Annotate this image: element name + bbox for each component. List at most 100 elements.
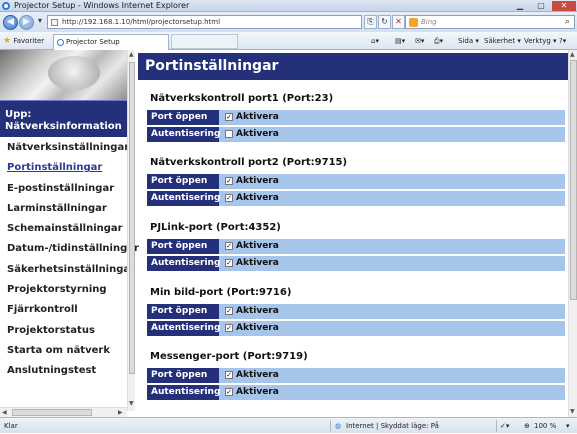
menu-verktyg[interactable]: Verktyg ▾ [524, 32, 557, 50]
checkbox-label[interactable]: Aktivera [236, 127, 279, 142]
sidebar-item[interactable]: Projektorstyrning [7, 284, 129, 304]
setting-row: Autentisering Aktivera [147, 127, 565, 142]
zoom-level[interactable]: 100 % [534, 418, 556, 434]
aktivera-checkbox[interactable]: ✓ [225, 242, 233, 250]
section-title: Nätverkskontroll port1 (Port:23) [150, 93, 334, 104]
minimize-button[interactable]: ▁ [510, 1, 530, 11]
new-tab-button[interactable] [171, 34, 238, 49]
sidebar-horizontal-scrollbar[interactable]: ◀ ▶ [0, 407, 127, 417]
checkbox-label[interactable]: Aktivera [236, 256, 279, 271]
sidebar-upp-link[interactable]: Upp: Nätverksinformation [0, 100, 127, 137]
address-bar[interactable]: http://192.168.1.10/html/projectorsetup.… [47, 15, 362, 29]
address-toolbar: ◀ ▶ ▾ http://192.168.1.10/html/projector… [0, 12, 577, 32]
setting-label: Autentisering [147, 385, 220, 400]
search-input[interactable]: Bing ⌕ [405, 15, 575, 29]
help-icon[interactable]: ?▾ [559, 32, 566, 50]
main-vertical-scrollbar[interactable]: ▲ ▼ [568, 50, 577, 417]
menu-sida[interactable]: Sida ▾ [458, 32, 479, 50]
aktivera-checkbox[interactable]: ✓ [225, 194, 233, 202]
sidebar-menu: Nätverksinställningar Portinställningar E-… [7, 142, 139, 386]
sidebar-vertical-scrollbar[interactable]: ▲ ▼ [127, 50, 135, 411]
setting-row: Autentisering ✓ Aktivera [147, 256, 565, 271]
forward-button[interactable]: ▶ [19, 15, 34, 30]
scroll-thumb[interactable] [570, 60, 577, 300]
scroll-thumb[interactable] [129, 62, 135, 374]
checkbox-label[interactable]: Aktivera [236, 321, 279, 336]
scroll-right-icon[interactable]: ▶ [118, 409, 123, 416]
zoom-icon: ⊕ [524, 422, 530, 430]
browser-tab[interactable]: Projector Setup [53, 34, 169, 50]
maximize-button[interactable]: ▢ [531, 1, 551, 11]
page-content: Upp: Nätverksinformation Nätverksinställ… [0, 50, 577, 417]
sidebar-item[interactable]: Projektorstatus [7, 325, 129, 345]
section-title: Min bild-port (Port:9716) [150, 287, 292, 298]
search-icon[interactable]: ⌕ [565, 16, 570, 29]
zoom-dropdown-icon[interactable]: ▾ [566, 418, 570, 434]
sidebar-item[interactable]: Larminställningar [7, 203, 129, 223]
scroll-up-icon[interactable]: ▲ [129, 51, 134, 58]
aktivera-checkbox[interactable]: ✓ [225, 388, 233, 396]
setting-label: Port öppen [147, 110, 219, 125]
menu-sakerhet[interactable]: Säkerhet ▾ [484, 32, 521, 50]
checkbox-label[interactable]: Aktivera [236, 239, 279, 254]
setting-label: Port öppen [147, 368, 219, 383]
checkbox-label[interactable]: Aktivera [236, 174, 279, 189]
favorites-star-icon: ★ [3, 36, 12, 46]
scroll-thumb[interactable] [12, 409, 92, 416]
aktivera-checkbox[interactable]: ✓ [225, 113, 233, 121]
aktivera-checkbox[interactable] [225, 130, 233, 138]
sidebar-item[interactable]: Nätverksinställningar [7, 142, 129, 162]
scroll-down-icon[interactable]: ▼ [570, 408, 575, 415]
aktivera-checkbox[interactable]: ✓ [225, 259, 233, 267]
checkbox-label[interactable]: Aktivera [236, 368, 279, 383]
stop-icon[interactable]: ✕ [392, 15, 405, 29]
sidebar-item[interactable]: Anslutningstest [7, 365, 129, 385]
back-button[interactable]: ◀ [3, 15, 18, 30]
sidebar-item[interactable]: E-postinställningar [7, 183, 129, 203]
ie-logo-icon [2, 2, 10, 10]
setting-label: Autentisering [147, 321, 220, 336]
setting-label: Port öppen [147, 174, 219, 189]
security-zone[interactable]: Internet | Skyddat läge: På [346, 418, 439, 434]
aktivera-checkbox[interactable]: ✓ [225, 307, 233, 315]
sidebar-item[interactable]: Säkerhetsinställningar [7, 264, 135, 284]
sidebar-item[interactable]: Datum-/tidinställningar [7, 243, 139, 263]
setting-row: Autentisering ✓ Aktivera [147, 385, 565, 400]
setting-row: Autentisering ✓ Aktivera [147, 191, 565, 206]
close-window-button[interactable]: ✕ [552, 1, 576, 11]
scroll-down-icon[interactable]: ▼ [129, 400, 134, 407]
status-bar: Klar ◍ Internet | Skyddat läge: På ✓▾ ⊕ … [0, 417, 577, 433]
scroll-up-icon[interactable]: ▲ [570, 51, 575, 58]
bing-logo-icon [409, 18, 418, 27]
setting-row: Port öppen ✓ Aktivera [147, 110, 565, 125]
setting-row: Port öppen ✓ Aktivera [147, 239, 565, 254]
sidebar-item[interactable]: Portinställningar [7, 162, 129, 182]
history-dropdown-icon[interactable]: ▾ [35, 15, 45, 29]
globe-icon: ◍ [335, 422, 342, 430]
section-title: PJLink-port (Port:4352) [150, 222, 281, 233]
aktivera-checkbox[interactable]: ✓ [225, 324, 233, 332]
page-title: Portinställningar [138, 53, 568, 80]
sidebar-item[interactable]: Fjärrkontroll [7, 304, 129, 324]
checkbox-label[interactable]: Aktivera [236, 385, 279, 400]
refresh-icon[interactable]: ↻ [378, 15, 391, 29]
checkbox-label[interactable]: Aktivera [236, 191, 279, 206]
favorites-button[interactable]: ★ Favoriter [3, 32, 44, 50]
mail-icon[interactable]: ✉▾ [415, 32, 424, 50]
sidebar-item[interactable]: Schemainställningar [7, 223, 129, 243]
checkbox-label[interactable]: Aktivera [236, 110, 279, 125]
status-text: Klar [4, 422, 18, 430]
aktivera-checkbox[interactable]: ✓ [225, 177, 233, 185]
feeds-icon[interactable]: ▤▾ [395, 32, 405, 50]
home-icon[interactable]: ⌂▾ [371, 32, 379, 50]
setting-label: Port öppen [147, 239, 219, 254]
aktivera-checkbox[interactable]: ✓ [225, 371, 233, 379]
scroll-left-icon[interactable]: ◀ [2, 409, 7, 416]
print-icon[interactable]: ⎙▾ [434, 32, 443, 50]
protected-mode-icon[interactable]: ✓▾ [500, 418, 509, 434]
checkbox-label[interactable]: Aktivera [236, 304, 279, 319]
sidebar-item[interactable]: Starta om nätverk [7, 345, 129, 365]
main-panel: Portinställningar Nätverkskontroll port1… [138, 50, 568, 417]
compatibility-view-icon[interactable]: ⎘ [364, 15, 377, 29]
setting-row: Port öppen ✓ Aktivera [147, 368, 565, 383]
